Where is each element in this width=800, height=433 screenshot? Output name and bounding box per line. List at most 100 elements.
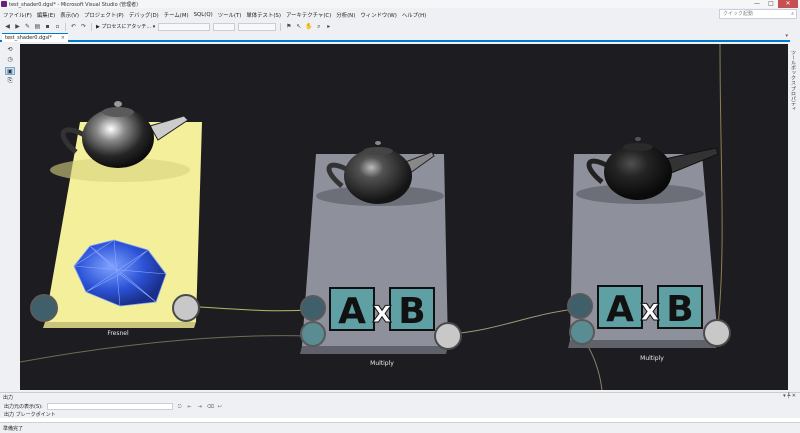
- multiply2-output-port[interactable]: [703, 319, 731, 347]
- save-icon[interactable]: ▪: [44, 23, 51, 30]
- status-bar: 準備完了: [0, 422, 800, 433]
- next-message-icon[interactable]: ⇥: [197, 404, 203, 410]
- wire-input-to-multiply1: [20, 335, 309, 363]
- multiply-b-label: B: [666, 289, 693, 330]
- wire-fresnel-to-multiply1: [199, 306, 309, 312]
- multiply2-input-a-port[interactable]: [567, 293, 593, 319]
- multiply1-input-b-port[interactable]: [300, 321, 326, 347]
- prev-message-icon[interactable]: ⇤: [187, 404, 193, 410]
- menu-analyze[interactable]: 分析(N): [336, 11, 355, 19]
- menu-unit-test[interactable]: 単体テスト(S): [246, 11, 281, 19]
- zoom-icon[interactable]: ⌕: [315, 23, 322, 30]
- output-panel-buttons[interactable]: ▾ ╄ ✕: [783, 393, 796, 399]
- close-tab-icon[interactable]: ×: [61, 34, 65, 42]
- output-source-combo[interactable]: [46, 403, 173, 410]
- back-icon[interactable]: ◀: [4, 23, 11, 30]
- tab-dropdown-icon[interactable]: ▾: [785, 33, 788, 39]
- undo-icon[interactable]: ↶: [70, 23, 77, 30]
- pan-tool-icon[interactable]: ◷: [5, 56, 15, 64]
- title-bar: test_shader0.dgsl* - Microsoft Visual St…: [0, 0, 800, 8]
- save-all-icon[interactable]: ▫: [54, 23, 61, 30]
- attach-to-process-button[interactable]: ▶ プロセスにアタッチ... ▾: [96, 23, 155, 30]
- toolbar-separator: [65, 22, 66, 31]
- visual-studio-icon: [1, 1, 7, 7]
- close-window-button[interactable]: ✕: [778, 0, 798, 8]
- multiply1-output-port[interactable]: [434, 322, 462, 350]
- multiply2-input-b-port[interactable]: [569, 319, 595, 345]
- more-icon[interactable]: ▸: [325, 23, 332, 30]
- multiply-a-label: A: [606, 289, 634, 330]
- standard-toolbar: ◀ ▶ ✎ ▤ ▪ ▫ ↶ ↷ ▶ プロセスにアタッチ... ▾ ⚑ ↖ ✋ ⌕…: [0, 21, 800, 32]
- multiply-node-2-label: Multiply: [640, 355, 664, 362]
- output-source-row: 出力元の表示(S): ⎋ ⇤ ⇥ ⌫ ↩: [0, 402, 800, 411]
- wire-multiply1-to-multiply2: [449, 308, 577, 335]
- menu-bar: ファイル(F) 編集(E) 表示(V) プロジェクト(P) デバッグ(D) チー…: [0, 10, 800, 20]
- menu-view[interactable]: 表示(V): [60, 11, 79, 19]
- maximize-button[interactable]: □: [764, 0, 778, 8]
- menu-tools[interactable]: ツール(T): [218, 11, 242, 19]
- configuration-combo[interactable]: [158, 22, 211, 31]
- menu-edit[interactable]: 編集(E): [37, 11, 55, 19]
- output-panel-header: 出力 ▾ ╄ ✕: [0, 392, 800, 401]
- right-side-panel: ツールボックス プロパティ: [788, 44, 800, 390]
- fresnel-input-port[interactable]: [30, 294, 58, 322]
- multiply-node-1-label: Multiply: [370, 360, 394, 367]
- wire-output-right: [717, 44, 723, 327]
- menu-sql[interactable]: SQL(Q): [194, 12, 213, 18]
- clear-all-icon[interactable]: ⌫: [207, 404, 214, 410]
- forward-icon[interactable]: ▶: [14, 23, 21, 30]
- menu-team[interactable]: チーム(M): [164, 11, 189, 19]
- tab-properties[interactable]: プロパティ: [790, 86, 797, 111]
- multiply-x-label: x: [372, 295, 391, 330]
- designer-toolbar: ⟲ ◷ ▣ ⎘: [0, 44, 20, 390]
- multiply-symbol: A x B: [597, 285, 703, 330]
- multiply-symbol: A x B: [329, 287, 435, 332]
- toolbar-separator: [280, 22, 282, 31]
- platform-combo[interactable]: [213, 22, 236, 31]
- quick-launch-placeholder: クイック起動: [723, 11, 754, 17]
- shader-design-canvas[interactable]: A x B A x B Fresnel Multiply Multiply: [20, 44, 788, 390]
- select-icon[interactable]: ↖: [295, 23, 302, 30]
- find-message-icon[interactable]: ⎋: [177, 404, 183, 410]
- fresnel-node[interactable]: [30, 101, 202, 328]
- graph-svg: A x B A x B: [20, 44, 731, 390]
- target-combo[interactable]: [238, 22, 277, 31]
- fresnel-node-label: Fresnel: [107, 330, 129, 337]
- menu-project[interactable]: プロジェクト(P): [84, 11, 124, 19]
- output-panel-title: 出力: [3, 395, 14, 401]
- multiply-node-2[interactable]: A x B: [567, 137, 731, 348]
- multiply1-input-a-port[interactable]: [300, 295, 326, 321]
- export-tool-icon[interactable]: ⎘: [5, 77, 15, 85]
- fresnel-output-port[interactable]: [172, 294, 200, 322]
- quick-launch-input[interactable]: クイック起動 ⌕: [719, 9, 797, 19]
- pan-icon[interactable]: ✋: [305, 23, 312, 30]
- multiply-a-label: A: [338, 291, 366, 332]
- output-source-label: 出力元の表示(S):: [4, 404, 43, 410]
- tab-label: test_shader0.dgsl*: [5, 35, 52, 41]
- tab-test-shader[interactable]: test_shader0.dgsl* ×: [2, 33, 68, 42]
- menu-architecture[interactable]: アーキテクチャ(C): [286, 11, 331, 19]
- new-item-icon[interactable]: ✎: [24, 23, 31, 30]
- tab-toolbox[interactable]: ツールボックス: [790, 50, 797, 85]
- document-tab-strip: test_shader0.dgsl* × ▾: [0, 33, 790, 42]
- menu-debug[interactable]: デバッグ(D): [129, 11, 159, 19]
- minimize-button[interactable]: —: [750, 0, 764, 8]
- window-title: test_shader0.dgsl* - Microsoft Visual St…: [9, 1, 139, 8]
- status-text: 準備完了: [3, 426, 24, 432]
- multiply-x-label: x: [640, 293, 659, 328]
- multiply-b-label: B: [398, 291, 425, 332]
- redo-icon[interactable]: ↷: [80, 23, 87, 30]
- find-icon[interactable]: ⚑: [285, 23, 292, 30]
- menu-window[interactable]: ウィンドウ(W): [360, 11, 397, 19]
- open-icon[interactable]: ▤: [34, 23, 41, 30]
- window-controls: — □ ✕: [750, 0, 798, 8]
- render-tool-icon[interactable]: ▣: [5, 67, 15, 75]
- word-wrap-icon[interactable]: ↩: [217, 404, 223, 410]
- menu-file[interactable]: ファイル(F): [3, 11, 32, 19]
- toolbar-separator: [91, 22, 92, 31]
- menu-help[interactable]: ヘルプ(H): [402, 11, 426, 19]
- select-tool-icon[interactable]: ⟲: [5, 46, 15, 54]
- search-icon: ⌕: [791, 11, 794, 17]
- output-tabs-line: 出力 ブレークポイント: [4, 412, 56, 418]
- multiply-node-1[interactable]: A x B: [300, 141, 462, 354]
